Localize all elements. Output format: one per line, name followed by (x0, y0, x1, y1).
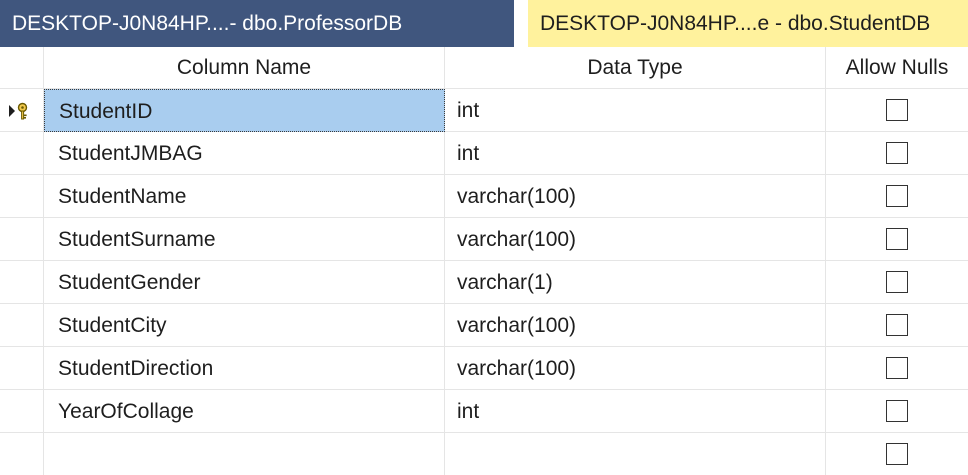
data-type-cell[interactable]: varchar(100) (445, 347, 826, 390)
row-selector[interactable] (0, 390, 44, 433)
allow-nulls-checkbox[interactable] (886, 357, 908, 379)
allow-nulls-cell (826, 261, 968, 304)
allow-nulls-checkbox[interactable] (886, 228, 908, 250)
column-name-cell[interactable] (44, 433, 445, 475)
row-selector[interactable] (0, 433, 44, 475)
table-row[interactable]: StudentJMBAG int (0, 132, 968, 175)
allow-nulls-cell (826, 175, 968, 218)
row-selector[interactable] (0, 261, 44, 304)
table-row[interactable]: StudentName varchar(100) (0, 175, 968, 218)
column-name-cell[interactable]: StudentName (44, 175, 445, 218)
row-selector-header[interactable] (0, 47, 44, 89)
table-row[interactable]: StudentGender varchar(1) (0, 261, 968, 304)
data-type-cell[interactable]: int (445, 390, 826, 433)
table-row[interactable]: StudentID int (0, 89, 968, 132)
allow-nulls-checkbox[interactable] (886, 400, 908, 422)
tab-professordb[interactable]: DESKTOP-J0N84HP....- dbo.ProfessorDB (0, 0, 514, 47)
grid-header-row: Column Name Data Type Allow Nulls (0, 47, 968, 89)
allow-nulls-cell (826, 304, 968, 347)
table-row[interactable]: StudentCity varchar(100) (0, 304, 968, 347)
row-selector[interactable] (0, 175, 44, 218)
allow-nulls-checkbox[interactable] (886, 271, 908, 293)
data-type-header: Data Type (445, 47, 826, 89)
column-name-cell[interactable]: StudentJMBAG (44, 132, 445, 175)
column-name-cell[interactable]: YearOfCollage (44, 390, 445, 433)
allow-nulls-checkbox[interactable] (886, 443, 908, 465)
table-row[interactable]: StudentSurname varchar(100) (0, 218, 968, 261)
allow-nulls-cell (826, 218, 968, 261)
table-row[interactable] (0, 433, 968, 475)
column-name-header: Column Name (44, 47, 445, 89)
allow-nulls-cell (826, 390, 968, 433)
allow-nulls-checkbox[interactable] (886, 142, 908, 164)
current-row-arrow-icon (9, 105, 15, 117)
data-type-cell[interactable] (445, 433, 826, 475)
column-name-cell[interactable]: StudentGender (44, 261, 445, 304)
primary-key-icon (9, 102, 28, 120)
grid-rows: StudentID int StudentJMBAG int StudentName va… (0, 89, 968, 475)
table-row[interactable]: YearOfCollage int (0, 390, 968, 433)
allow-nulls-checkbox[interactable] (886, 314, 908, 336)
allow-nulls-cell (826, 89, 968, 132)
data-type-cell[interactable]: int (445, 89, 826, 132)
data-type-cell[interactable]: int (445, 132, 826, 175)
data-type-cell[interactable]: varchar(1) (445, 261, 826, 304)
column-name-cell[interactable]: StudentSurname (44, 218, 445, 261)
row-selector[interactable] (0, 132, 44, 175)
column-name-cell[interactable]: StudentID (44, 89, 445, 132)
allow-nulls-checkbox[interactable] (886, 185, 908, 207)
data-type-cell[interactable]: varchar(100) (445, 175, 826, 218)
allow-nulls-header: Allow Nulls (826, 47, 968, 89)
column-name-cell[interactable]: StudentDirection (44, 347, 445, 390)
row-selector[interactable] (0, 304, 44, 347)
allow-nulls-checkbox[interactable] (886, 99, 908, 121)
table-row[interactable]: StudentDirection varchar(100) (0, 347, 968, 390)
data-type-cell[interactable]: varchar(100) (445, 218, 826, 261)
row-selector[interactable] (0, 218, 44, 261)
document-tab-strip: DESKTOP-J0N84HP....- dbo.ProfessorDB DES… (0, 0, 968, 47)
row-selector[interactable] (0, 347, 44, 390)
row-selector[interactable] (0, 89, 44, 132)
allow-nulls-cell (826, 347, 968, 390)
tab-studentdb[interactable]: DESKTOP-J0N84HP....e - dbo.StudentDB (528, 0, 968, 47)
allow-nulls-cell (826, 433, 968, 475)
table-designer: DESKTOP-J0N84HP....- dbo.ProfessorDB DES… (0, 0, 968, 475)
allow-nulls-cell (826, 132, 968, 175)
columns-grid: Column Name Data Type Allow Nulls Studen… (0, 47, 968, 475)
column-name-cell[interactable]: StudentCity (44, 304, 445, 347)
data-type-cell[interactable]: varchar(100) (445, 304, 826, 347)
